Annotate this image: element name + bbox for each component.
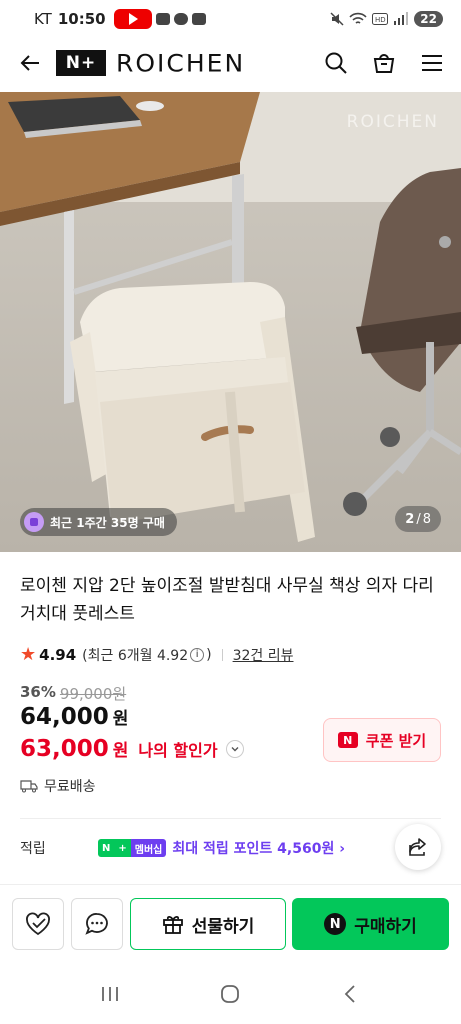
buy-label: 구매하기	[354, 916, 417, 937]
my-discount-price: 63,000	[20, 736, 109, 762]
signal-icon	[394, 12, 409, 25]
top-header: N+ ROICHEN	[0, 38, 461, 88]
video-icon	[191, 13, 206, 25]
system-icons: HD 22	[330, 11, 443, 27]
brand-name[interactable]: ROICHEN	[116, 49, 245, 77]
sale-price: 64,000	[20, 704, 109, 730]
share-button[interactable]	[395, 824, 441, 870]
page-separator: /	[416, 511, 421, 527]
system-back-button[interactable]	[331, 974, 371, 1014]
cart-button[interactable]	[371, 50, 397, 76]
chat-bubble-icon	[85, 913, 108, 935]
section-divider	[20, 818, 441, 819]
carrier-label: KT	[34, 10, 52, 28]
original-price: 99,000원	[59, 685, 127, 703]
recent-rating-suffix: )	[206, 646, 212, 663]
home-button[interactable]	[210, 974, 250, 1014]
badge-n: N	[98, 839, 115, 857]
product-photo	[0, 92, 461, 552]
wifi-icon	[349, 12, 367, 24]
home-icon	[221, 985, 240, 1003]
talk-icon	[173, 13, 188, 25]
naver-plus-logo[interactable]: N+	[56, 50, 106, 76]
youtube-mini-icon	[155, 13, 170, 25]
recent-apps-button[interactable]	[90, 974, 130, 1014]
heart-check-icon	[26, 912, 50, 936]
truck-icon	[20, 780, 38, 793]
bottom-action-bar: 선물하기 N 구매하기	[0, 884, 461, 964]
my-price-unit: 원	[112, 741, 129, 761]
product-title: 로이첸 지압 2단 높이조절 발받침대 사무실 책상 의자 다리거치대 풋레스트	[20, 576, 434, 624]
divider	[221, 648, 223, 661]
my-price-label: 나의 할인가	[138, 741, 218, 760]
search-button[interactable]	[323, 50, 349, 76]
shipping-row: 무료배송	[20, 776, 96, 796]
header-actions	[323, 50, 445, 76]
share-icon	[409, 838, 426, 856]
svg-text:HD: HD	[375, 16, 386, 24]
shopping-bag-icon	[24, 512, 44, 532]
chevron-down-icon	[231, 747, 239, 752]
star-icon: ★	[20, 644, 37, 665]
hd-icon: HD	[372, 13, 389, 25]
gift-icon	[162, 915, 183, 934]
coupon-button[interactable]: N 쿠폰 받기	[323, 718, 441, 762]
info-icon[interactable]: i	[190, 647, 205, 662]
gift-label: 선물하기	[191, 916, 255, 937]
my-price-expand-button[interactable]	[225, 740, 244, 758]
rating-row: ★ 4.94 (최근 6개월 4.92 i ) 32건 리뷰	[20, 644, 294, 665]
notification-icons	[113, 9, 206, 29]
max-points-link[interactable]: 최대 적립 포인트 4,560원 ›	[172, 838, 345, 858]
points-label: 적립	[20, 841, 46, 857]
naver-coupon-icon: N	[337, 732, 358, 748]
menu-button[interactable]	[419, 50, 445, 76]
hamburger-menu-icon	[422, 55, 442, 71]
system-navigation-bar	[0, 964, 461, 1024]
wishlist-button[interactable]	[12, 898, 64, 950]
talktalk-button[interactable]	[71, 898, 123, 950]
price-unit: 원	[112, 709, 129, 729]
my-price-row: 63,000 원 나의 할인가	[20, 736, 244, 762]
price-row: 64,000 원	[20, 704, 128, 730]
arrow-left-icon	[20, 55, 39, 71]
clock: 10:50	[57, 10, 106, 28]
discount-rate: 36%	[20, 683, 56, 701]
recent-purchase-badge: 최근 1주간 35명 구매	[20, 508, 177, 536]
back-button[interactable]	[16, 49, 44, 77]
image-page-indicator: 2 / 8	[395, 506, 441, 532]
search-icon	[325, 52, 347, 74]
gift-button[interactable]: 선물하기	[130, 898, 286, 950]
recent-purchase-text: 최근 1주간 35명 구매	[50, 515, 165, 530]
buy-button[interactable]: N 구매하기	[292, 898, 449, 950]
current-page: 2	[405, 511, 415, 527]
chevron-left-icon	[344, 985, 355, 1003]
naver-plus-membership-badge: N + 멤버십	[98, 839, 167, 857]
brand-watermark: ROICHEN	[346, 112, 439, 132]
youtube-icon	[113, 9, 152, 29]
discount-row: 36% 99,000원	[20, 683, 126, 704]
product-image-carousel[interactable]: ROICHEN 최근 1주간 35명 구매 2 / 8	[0, 92, 461, 552]
total-pages: 8	[422, 511, 431, 527]
badge-plus: +	[114, 839, 131, 857]
battery-indicator: 22	[414, 11, 443, 27]
recent-rating-prefix: (최근 6개월 4.92	[82, 647, 189, 664]
shipping-text: 무료배송	[44, 779, 96, 795]
mute-icon	[330, 12, 344, 26]
naver-pay-icon: N	[324, 913, 347, 935]
coupon-label: 쿠폰 받기	[365, 731, 427, 750]
badge-membership: 멤버십	[130, 839, 167, 857]
review-link[interactable]: 32건 리뷰	[233, 645, 294, 665]
recent-apps-icon	[102, 987, 119, 1001]
shopping-bag-icon	[373, 54, 395, 73]
points-row: 적립 N + 멤버십 최대 적립 포인트 4,560원 ›	[20, 824, 441, 870]
rating-value: 4.94	[39, 645, 77, 664]
status-bar: KT 10:50 HD 22	[0, 0, 461, 38]
